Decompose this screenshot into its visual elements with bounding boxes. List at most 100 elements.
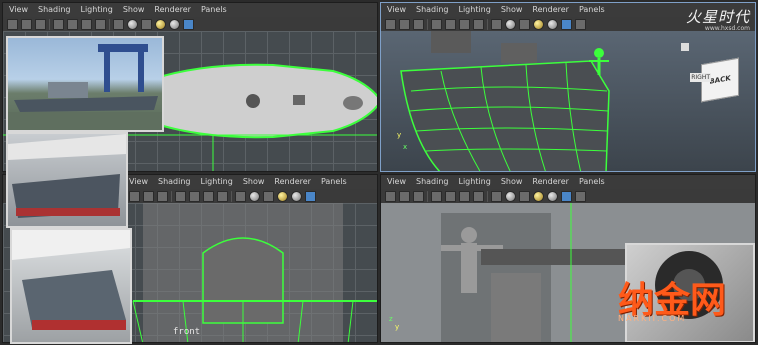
select-camera-icon[interactable] (21, 18, 32, 30)
viewport-toolbar (381, 189, 755, 203)
film-gate-icon[interactable] (67, 18, 78, 30)
lights-icon[interactable] (155, 18, 166, 30)
menu-lighting[interactable]: Lighting (458, 177, 490, 186)
hull-red-band (16, 208, 120, 216)
menu-renderer[interactable]: Renderer (532, 5, 569, 14)
gate-mask-icon[interactable] (217, 190, 228, 202)
shadows-icon[interactable] (291, 190, 302, 202)
lock-camera-icon[interactable] (157, 190, 168, 202)
lock-camera-icon[interactable] (35, 18, 46, 30)
ship-photo-drawing (8, 134, 126, 218)
xray-icon[interactable] (561, 190, 572, 202)
smooth-shade-icon[interactable] (127, 18, 138, 30)
shadows-icon[interactable] (547, 190, 558, 202)
menu-renderer[interactable]: Renderer (274, 177, 311, 186)
lights-icon[interactable] (533, 190, 544, 202)
menu-show[interactable]: Show (123, 5, 145, 14)
lights-icon[interactable] (533, 18, 544, 30)
xray-icon[interactable] (183, 18, 194, 30)
gate-mask-icon[interactable] (95, 18, 106, 30)
smooth-shade-icon[interactable] (505, 18, 516, 30)
menu-panels[interactable]: Panels (579, 5, 605, 14)
gate-mask-icon[interactable] (473, 190, 484, 202)
toolbar-divider (231, 190, 232, 202)
funnel-top (246, 94, 260, 108)
gate-mask-icon[interactable] (473, 18, 484, 30)
camera-icon[interactable] (129, 190, 140, 202)
camera-icon[interactable] (385, 190, 396, 202)
menu-show[interactable]: Show (501, 177, 523, 186)
hall-roof (8, 134, 126, 160)
camera-icon[interactable] (385, 18, 396, 30)
textured-icon[interactable] (519, 190, 530, 202)
wireframe-icon[interactable] (491, 18, 502, 30)
xray-icon[interactable] (561, 18, 572, 30)
water (8, 112, 162, 130)
menu-view[interactable]: View (129, 177, 148, 186)
menu-show[interactable]: Show (243, 177, 265, 186)
textured-icon[interactable] (519, 18, 530, 30)
textured-icon[interactable] (141, 18, 152, 30)
resolution-gate-icon[interactable] (203, 190, 214, 202)
lights-icon[interactable] (277, 190, 288, 202)
smooth-shade-icon[interactable] (249, 190, 260, 202)
grid-icon[interactable] (431, 18, 442, 30)
menu-view[interactable]: View (9, 5, 28, 14)
grid-icon[interactable] (431, 190, 442, 202)
toolbar-divider (171, 190, 172, 202)
menu-shading[interactable]: Shading (158, 177, 191, 186)
film-gate-icon[interactable] (189, 190, 200, 202)
brand-logo-top: 火星时代 www.hxsd.com (686, 6, 750, 32)
select-camera-icon[interactable] (143, 190, 154, 202)
select-camera-icon[interactable] (399, 190, 410, 202)
resolution-gate-icon[interactable] (81, 18, 92, 30)
isolate-icon[interactable] (575, 18, 586, 30)
shadows-icon[interactable] (169, 18, 180, 30)
wireframe-icon[interactable] (491, 190, 502, 202)
menu-panels[interactable]: Panels (321, 177, 347, 186)
menu-shading[interactable]: Shading (38, 5, 71, 14)
menu-renderer[interactable]: Renderer (532, 177, 569, 186)
wireframe-icon[interactable] (113, 18, 124, 30)
menu-panels[interactable]: Panels (201, 5, 227, 14)
menu-view[interactable]: View (387, 5, 406, 14)
lock-camera-icon[interactable] (413, 18, 424, 30)
menu-view[interactable]: View (387, 177, 406, 186)
grid-icon[interactable] (175, 190, 186, 202)
axis-z-label: z (389, 315, 393, 323)
resolution-gate-icon[interactable] (459, 190, 470, 202)
gun-barrel (481, 249, 631, 265)
shadows-icon[interactable] (547, 18, 558, 30)
smooth-shade-icon[interactable] (505, 190, 516, 202)
film-gate-icon[interactable] (445, 190, 456, 202)
ship-reference-photo-2 (6, 132, 128, 228)
film-gate-icon[interactable] (445, 18, 456, 30)
axis-x-label: x (403, 143, 407, 151)
lock-camera-icon[interactable] (413, 190, 424, 202)
toolbar-divider (49, 18, 50, 30)
xray-icon[interactable] (305, 190, 316, 202)
wireframe-icon[interactable] (235, 190, 246, 202)
home-icon[interactable] (681, 43, 689, 51)
menu-renderer[interactable]: Renderer (154, 5, 191, 14)
select-camera-icon[interactable] (399, 18, 410, 30)
ship-hull (14, 96, 158, 112)
camera-icon[interactable] (7, 18, 18, 30)
toolbar-divider (427, 190, 428, 202)
textured-icon[interactable] (263, 190, 274, 202)
isolate-icon[interactable] (575, 190, 586, 202)
gun-pedestal (491, 273, 541, 342)
menu-shading[interactable]: Shading (416, 5, 449, 14)
menu-lighting[interactable]: Lighting (458, 5, 490, 14)
menu-panels[interactable]: Panels (579, 177, 605, 186)
gun-turret (501, 43, 537, 63)
menu-shading[interactable]: Shading (416, 177, 449, 186)
menu-show[interactable]: Show (501, 5, 523, 14)
view-cube-top-label: RIGHT (690, 73, 711, 82)
hall-roof (12, 230, 130, 260)
menu-lighting[interactable]: Lighting (200, 177, 232, 186)
view-cube-face-label: BACK (709, 74, 731, 86)
grid-icon[interactable] (53, 18, 64, 30)
resolution-gate-icon[interactable] (459, 18, 470, 30)
menu-lighting[interactable]: Lighting (80, 5, 112, 14)
